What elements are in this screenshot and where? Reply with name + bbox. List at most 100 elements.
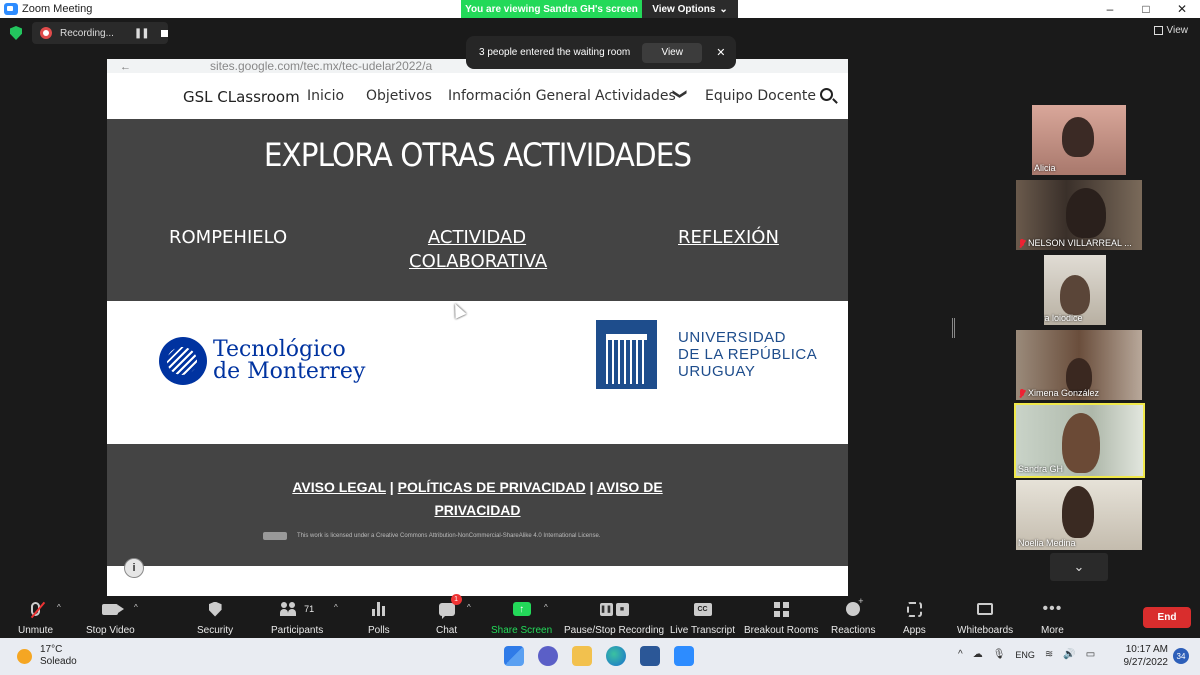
more-label: More [1041,625,1064,636]
apps-label: Apps [903,625,926,636]
resize-handle[interactable] [952,318,955,338]
clock-date: 9/27/2022 [1123,657,1169,668]
reactions-icon [846,596,863,616]
close-icon[interactable]: ✕ [716,46,725,59]
breakout-rooms-icon [773,601,789,617]
scroll-participants-button[interactable]: ⌄ [1050,553,1108,581]
clock[interactable]: 10:17 AM 9/27/2022 [1120,643,1169,669]
notification-count-badge[interactable]: 34 [1173,648,1189,664]
video-camera-icon [102,603,125,615]
security-label: Security [197,625,234,636]
weather-widget[interactable]: 17°C Soleado [17,644,77,668]
polls-label: Polls [368,625,390,636]
participants-button[interactable]: 71 Participants [271,599,323,636]
live-transcript-button[interactable]: CC Live Transcript [670,599,735,636]
participants-options-caret[interactable]: ^ [334,603,338,612]
audio-options-caret[interactable]: ^ [57,603,61,612]
encryption-shield-icon[interactable] [10,26,22,40]
whiteboards-button[interactable]: Whiteboards [957,599,1013,636]
microphone-icon[interactable]: 🎙 [993,649,1006,660]
chat-icon [438,602,455,619]
participant-tile[interactable]: Ximena González [1016,330,1142,400]
teams-chat-icon[interactable] [538,646,558,666]
view-layout-button[interactable]: View [1153,25,1188,36]
nav-informacion-general: Información General [448,88,591,104]
chevron-down-icon: ❯ [671,88,688,100]
chat-button[interactable]: 1 Chat [436,594,462,636]
participant-tile[interactable]: Noelia Medina [1016,480,1142,550]
zoom-window: Zoom Meeting You are viewing Sandra GH's… [0,0,1200,675]
pause-stop-recording-button[interactable]: ❚❚ ■ Pause/Stop Recording [564,599,664,636]
participant-silhouette [1062,413,1100,473]
participant-name: NELSON VILLARREAL ... [1018,238,1132,248]
chat-options-caret[interactable]: ^ [467,603,471,612]
politicas-link: POLÍTICAS DE PRIVACIDAD [397,479,586,495]
file-explorer-icon[interactable] [572,646,592,666]
unmute-label: Unmute [18,625,54,636]
participant-silhouette [1062,117,1094,157]
onedrive-cloud-icon[interactable]: ☁ [973,649,983,660]
zoom-logo-icon [4,3,18,15]
word-icon[interactable] [640,646,660,666]
stop-video-button[interactable]: Stop Video [86,599,135,636]
aviso-privacidad-link-line2: PRIVACIDAD [434,502,521,518]
window-title: Zoom Meeting [22,3,93,15]
tec-monterrey-logo: Tecnológico de Monterrey [159,337,365,385]
maximize-button[interactable]: □ [1128,0,1164,18]
share-options-caret[interactable]: ^ [544,603,548,612]
participant-name: clara loiodice [1044,313,1083,323]
activity-label: REFLEXIÓN [678,227,779,248]
pause-recording-icon[interactable]: ❚❚ [134,28,150,39]
notification-view-button[interactable]: View [642,42,703,63]
weather-condition: Soleado [40,656,77,667]
tec-name-line1: Tecnológico [213,337,346,362]
whiteboards-label: Whiteboards [957,625,1014,636]
windows-start-icon[interactable] [504,646,524,666]
participants-count: 71 [304,604,315,614]
weather-temp: 17°C [40,644,63,655]
wifi-icon[interactable]: ≋ [1045,649,1053,660]
udelar-line3: URUGUAY [678,363,756,380]
stop-recording-icon[interactable] [160,29,168,37]
participant-name: Noelia Medina [1018,538,1076,548]
share-screen-button[interactable]: ↑ Share Screen [491,599,552,636]
reactions-button[interactable]: Reactions [831,596,875,636]
minimize-button[interactable]: – [1092,0,1128,18]
edge-browser-icon[interactable] [606,646,626,666]
udelar-line1: UNIVERSIDAD [678,329,787,346]
license-note: This work is licensed under a Creative C… [263,532,600,540]
windows-taskbar: 17°C Soleado ^ ☁ 🎙 ENG ≋ 🔊 ▭ 10:17 AM 9/… [0,638,1200,675]
share-banner: You are viewing Sandra GH's screen View … [461,0,738,18]
participant-name: Alicia [1034,163,1056,173]
site-footer: AVISO LEGAL | POLÍTICAS DE PRIVACIDAD | … [107,444,848,566]
language-indicator[interactable]: ENG [1015,650,1035,660]
udelar-logo: UNIVERSIDAD DE LA REPÚBLICA URUGUAY [596,320,817,389]
battery-icon[interactable]: ▭ [1086,649,1095,660]
nav-equipo-docente: Equipo Docente [705,88,817,104]
activity-label-line2: COLABORATIVA [409,251,548,272]
view-options-button[interactable]: View Options ⌄ [642,0,738,18]
security-button[interactable]: Security [197,599,233,636]
participant-tile-active-speaker[interactable]: Sandra GH [1014,403,1145,478]
cc-license-icon [263,532,287,540]
volume-icon[interactable]: 🔊 [1063,649,1075,660]
more-button[interactable]: ••• More [1041,599,1064,637]
unmute-button[interactable]: Unmute [18,599,53,636]
close-window-button[interactable]: ✕ [1164,0,1200,18]
tray-overflow-icon[interactable]: ^ [958,649,963,660]
activity-label-line1: ACTIVIDAD [427,227,527,248]
polls-button[interactable]: Polls [368,599,390,636]
back-arrow-icon: ← [120,61,131,73]
apps-button[interactable]: Apps [903,599,926,636]
end-meeting-button[interactable]: End [1143,607,1191,628]
breakout-rooms-button[interactable]: Breakout Rooms [744,599,818,636]
participant-tile[interactable]: NELSON VILLARREAL ... [1016,180,1142,250]
license-text: This work is licensed under a Creative C… [297,533,601,539]
zoom-app-icon[interactable] [674,646,694,666]
clock-time: 10:17 AM [1125,644,1168,655]
video-options-caret[interactable]: ^ [134,603,138,612]
tec-seal-icon [159,337,207,385]
more-dots-icon: ••• [1042,600,1063,617]
participant-tile[interactable]: Alicia [1032,105,1126,175]
participant-tile[interactable]: clara loiodice [1044,255,1106,325]
